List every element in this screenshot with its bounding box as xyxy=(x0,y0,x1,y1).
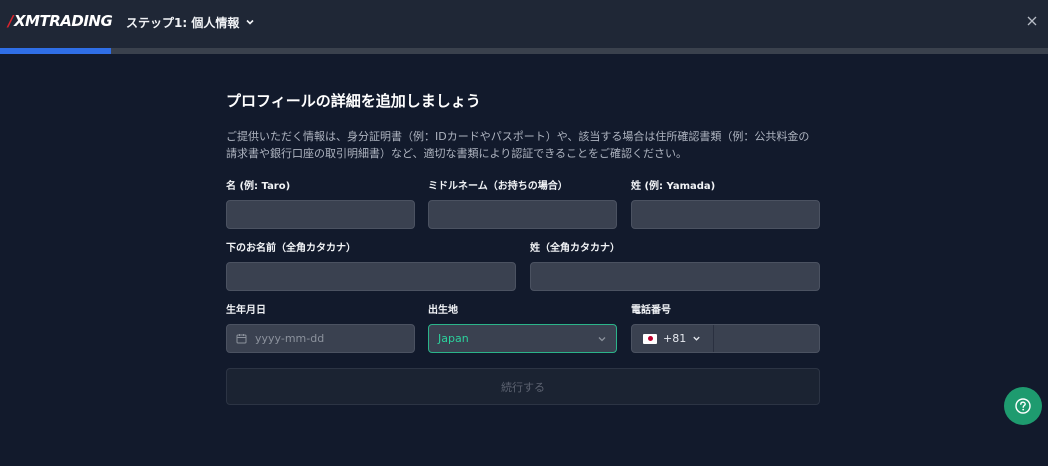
calendar-icon xyxy=(236,334,247,344)
step-title-text: ステップ1: 個人情報 xyxy=(126,15,240,30)
close-button[interactable] xyxy=(1024,13,1040,29)
last-name-kana-input[interactable] xyxy=(530,262,820,291)
first-name-kana-input[interactable] xyxy=(226,262,516,291)
first-name-kana-field: 下のお名前（全角カタカナ） xyxy=(226,242,516,291)
birth-place-label: 出生地 xyxy=(428,305,458,316)
first-name-input[interactable] xyxy=(226,200,415,229)
step-dropdown[interactable]: ステップ1: 個人情報 xyxy=(126,13,255,31)
top-bar: / XMTRADING ステップ1: 個人情報 xyxy=(0,0,1048,48)
chevron-down-icon xyxy=(693,336,700,341)
middle-name-label: ミドルネーム（お持ちの場合） xyxy=(428,181,568,192)
xm-logo[interactable]: / XMTRADING xyxy=(8,12,113,30)
birth-date-placeholder: yyyy-mm-dd xyxy=(255,332,325,345)
phone-input-group: +81 xyxy=(631,324,820,353)
help-icon xyxy=(1015,398,1031,414)
birth-date-input[interactable]: yyyy-mm-dd xyxy=(226,324,415,353)
first-name-kana-label: 下のお名前（全角カタカナ） xyxy=(226,243,356,254)
birth-place-value: Japan xyxy=(438,332,469,345)
page-title: プロフィールの詳細を追加しましょう xyxy=(226,92,481,110)
last-name-input[interactable] xyxy=(631,200,820,229)
middle-name-input[interactable] xyxy=(428,200,617,229)
chevron-down-icon xyxy=(598,336,606,341)
last-name-field: 姓 (例: Yamada) xyxy=(631,180,820,229)
logo-text: XMTRADING xyxy=(13,12,113,30)
logo-mark-icon: / xyxy=(8,12,13,30)
middle-name-field: ミドルネーム（お持ちの場合） xyxy=(428,180,617,229)
last-name-kana-field: 姓（全角カタカナ） xyxy=(530,242,820,291)
birth-date-label: 生年月日 xyxy=(226,305,266,316)
progress-fill xyxy=(0,48,112,54)
continue-button[interactable]: 続行する xyxy=(226,368,820,405)
first-name-label: 名 (例: Taro) xyxy=(226,181,291,192)
phone-field: 電話番号 +81 xyxy=(631,304,820,353)
help-button[interactable] xyxy=(1004,387,1042,425)
close-icon xyxy=(1027,16,1037,26)
form-description: ご提供いただく情報は、身分証明書（例：IDカードやパスポート）や、該当する場合は… xyxy=(226,130,810,160)
phone-label: 電話番号 xyxy=(631,305,671,316)
country-code-select[interactable]: +81 xyxy=(632,325,714,352)
birth-date-field: 生年月日 yyyy-mm-dd xyxy=(226,304,415,353)
birth-place-select[interactable]: Japan xyxy=(428,324,617,353)
chevron-down-icon xyxy=(246,19,254,25)
first-name-field: 名 (例: Taro) xyxy=(226,180,415,229)
japan-flag-icon xyxy=(643,333,657,344)
last-name-label: 姓 (例: Yamada) xyxy=(631,181,716,192)
last-name-kana-label: 姓（全角カタカナ） xyxy=(530,243,620,254)
country-code-value: +81 xyxy=(663,332,687,345)
phone-number-input[interactable] xyxy=(714,325,819,352)
birth-place-field: 出生地 Japan xyxy=(428,304,617,353)
progress-bar xyxy=(0,48,1048,54)
profile-form: プロフィールの詳細を追加しましょう ご提供いただく情報は、身分証明書（例：IDカ… xyxy=(226,90,820,405)
